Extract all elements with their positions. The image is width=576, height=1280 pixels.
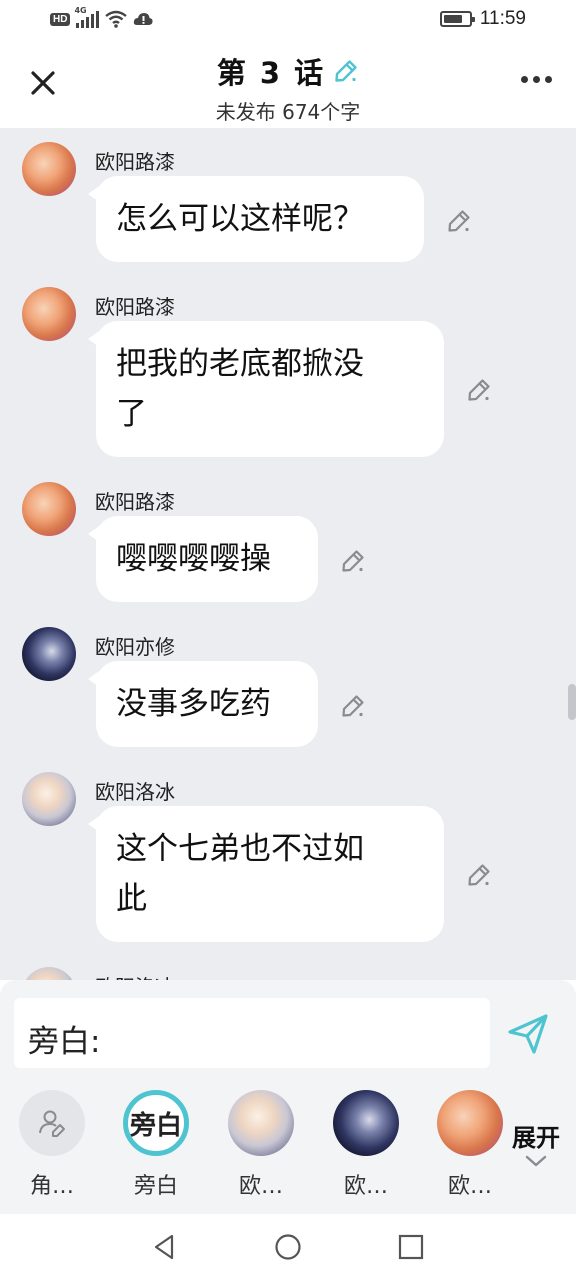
- message-input[interactable]: 旁白:: [14, 998, 490, 1068]
- message-line: 了: [116, 396, 147, 432]
- page-title: 第 3 话: [216, 56, 326, 90]
- character-label: 欧…: [447, 1174, 492, 1199]
- character-avatar[interactable]: 欧…: [330, 1090, 402, 1200]
- wifi-icon: [105, 10, 128, 28]
- status-right: 11:59: [439, 8, 526, 30]
- character-narrator[interactable]: 旁白 旁白: [120, 1090, 192, 1200]
- orange-hair-avatar[interactable]: [22, 142, 76, 196]
- sender-name: 欧阳路漆: [95, 295, 175, 319]
- edit-pencil-icon[interactable]: [466, 377, 492, 403]
- light-hair-avatar[interactable]: [22, 967, 76, 980]
- pencil-icon[interactable]: [333, 58, 359, 84]
- input-panel: 旁白: 角… 旁白 旁白 欧… 欧… 欧… 展开: [0, 980, 576, 1214]
- message-line: 此: [116, 881, 147, 917]
- orange-hair-avatar[interactable]: [22, 482, 76, 536]
- edit-pencil-icon[interactable]: [340, 548, 366, 574]
- edit-pencil-icon[interactable]: [340, 693, 366, 719]
- sender-name: 欧阳洛冰: [95, 971, 175, 980]
- orange-hair-avatar[interactable]: [22, 287, 76, 341]
- word-count-status: 未发布 674个字: [215, 100, 361, 124]
- character-label: 角…: [29, 1174, 74, 1199]
- edit-pencil-icon[interactable]: [466, 862, 492, 888]
- message-bubble[interactable]: 嘤嘤嘤嘤操: [88, 516, 318, 602]
- chevron-down-icon: [525, 1155, 547, 1167]
- home-icon[interactable]: [273, 1232, 303, 1262]
- message-bubble[interactable]: 怎么可以这样呢？: [88, 176, 424, 262]
- expand-label: 展开: [512, 1124, 560, 1152]
- sender-name: 欧阳洛冰: [95, 780, 175, 804]
- hd-badge: HD: [50, 12, 71, 26]
- character-avatar[interactable]: 欧…: [434, 1090, 506, 1200]
- sender-name: 欧阳亦修: [95, 635, 175, 659]
- message-bubble[interactable]: 把我的老底都掀没 了: [88, 321, 444, 457]
- send-icon[interactable]: [504, 1010, 552, 1058]
- message-line: 怎么可以这样呢？: [116, 201, 364, 237]
- message-bubble[interactable]: 没事多吃药: [88, 661, 318, 747]
- narrator-circle: 旁白: [123, 1090, 189, 1156]
- recents-icon[interactable]: [396, 1232, 426, 1262]
- character-add-role[interactable]: 角…: [16, 1090, 88, 1200]
- message-line: 没事多吃药: [116, 686, 271, 722]
- character-label: 欧…: [238, 1174, 283, 1199]
- alert-icon: [134, 13, 154, 25]
- more-icon: [521, 76, 528, 83]
- message-line: 这个七弟也不过如: [116, 831, 364, 867]
- sender-name: 欧阳路漆: [95, 490, 175, 514]
- header: 第 3 话 未发布 674个字: [0, 42, 576, 128]
- orange-hair-avatar: [437, 1090, 503, 1156]
- system-nav-bar: [0, 1214, 576, 1280]
- back-icon[interactable]: [150, 1232, 180, 1262]
- status-left: HD 4G: [50, 6, 154, 28]
- clock: 11:59: [479, 8, 526, 29]
- battery-icon: [439, 11, 475, 27]
- expand-button[interactable]: 展开: [506, 1118, 566, 1172]
- add-person-icon: [39, 1110, 65, 1137]
- character-avatar[interactable]: 欧…: [225, 1090, 297, 1200]
- title-row[interactable]: 第 3 话: [217, 50, 359, 92]
- network-type: 4G: [74, 6, 87, 15]
- message-line: 嘤嘤嘤嘤操: [116, 541, 271, 577]
- light-hair-avatar[interactable]: [22, 772, 76, 826]
- character-label: 欧…: [343, 1174, 388, 1199]
- title-block: 第 3 话 未发布 674个字: [0, 50, 576, 125]
- add-role-circle: [19, 1090, 85, 1156]
- edit-pencil-icon[interactable]: [446, 208, 472, 234]
- character-label: 旁白: [133, 1174, 178, 1199]
- battery-fill: [443, 15, 462, 23]
- status-bar: HD 4G 11:59: [0, 0, 576, 42]
- message-bubble[interactable]: 这个七弟也不过如 此: [88, 806, 444, 942]
- chat-area[interactable]: 欧阳路漆 怎么可以这样呢？ 欧阳路漆 把我的老底都掀没 了 欧阳路漆 嘤嘤嘤嘤操: [0, 128, 576, 980]
- sender-name: 欧阳路漆: [95, 150, 175, 174]
- dark-hair-avatar[interactable]: [22, 627, 76, 681]
- signal-icon: 4G: [74, 6, 100, 28]
- dark-hair-avatar: [333, 1090, 399, 1156]
- more-button[interactable]: [521, 76, 552, 83]
- scrollbar[interactable]: [568, 684, 576, 720]
- message-line: 把我的老底都掀没: [116, 346, 364, 382]
- light-hair-avatar: [228, 1090, 294, 1156]
